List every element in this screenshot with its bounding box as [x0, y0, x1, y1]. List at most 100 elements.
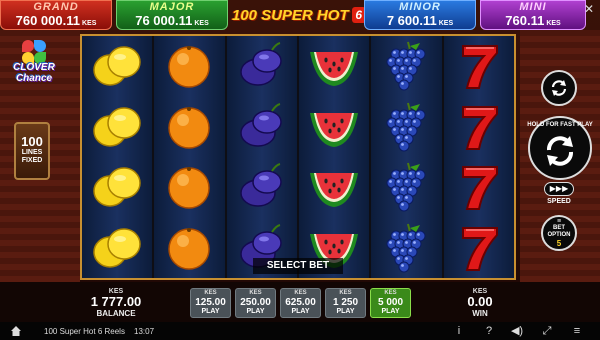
jackpot-minor-value: 7 600.11 [386, 13, 437, 28]
jackpot-major: MAJOR 76 000.11 KES [116, 0, 228, 30]
spin-button[interactable]: HOLD FOR FAST PLAY [527, 116, 593, 180]
game-logo: 100 SUPER HOT 6 [232, 5, 366, 27]
bet-option-label: BET OPTION [547, 225, 571, 238]
bet-button-4[interactable]: KES 1 250 PLAY [325, 288, 366, 318]
bet-buttons: KES 125.00 PLAY KES 250.00 PLAY KES 625.00 PLAY K… [190, 288, 411, 318]
watermelon-icon [299, 157, 369, 218]
lemon-icon [82, 36, 152, 97]
win-display: KES 0.00 WIN [450, 288, 510, 318]
grapes-icon [371, 97, 441, 158]
bet-button-1[interactable]: KES 125.00 PLAY [190, 288, 231, 318]
menu-icon[interactable]: ≡ [570, 324, 584, 338]
balance-amount: 1 777.00 [90, 294, 142, 309]
bet-option-value: 5 [556, 239, 562, 248]
seven-icon [444, 218, 514, 279]
lemon-icon [82, 218, 152, 279]
reel-5 [371, 36, 444, 279]
game-logo-text: 100 SUPER HOT [232, 7, 349, 24]
jackpot-major-name: MAJOR [149, 1, 195, 13]
jackpot-minor-currency: KES [438, 20, 454, 27]
info-icon[interactable]: i [452, 324, 466, 338]
autoplay-icon [551, 80, 567, 96]
sound-icon[interactable]: ◀) [510, 324, 524, 338]
bet-play-label: PLAY [201, 308, 220, 315]
clover-logo-line2: Chance [15, 73, 53, 84]
watermelon-icon [299, 36, 369, 97]
jackpot-major-value: 76 000.11 [135, 13, 193, 28]
clover-chance-logo: CLOVER Chance [6, 40, 62, 86]
footer-clock: 13:07 [134, 327, 155, 336]
bet-currency: KES [339, 290, 352, 296]
seven-icon [444, 36, 514, 97]
jackpot-major-currency: KES [194, 20, 209, 27]
jackpot-grand-value: 760 000.11 [15, 13, 80, 28]
jackpot-grand-name: GRAND [33, 1, 79, 13]
bet-play-label: PLAY [336, 308, 355, 315]
orange-icon [154, 97, 224, 158]
clover-icon [22, 40, 46, 64]
bet-option-button[interactable]: ≡ BET OPTION 5 [541, 215, 577, 251]
grapes-icon [371, 36, 441, 97]
help-icon[interactable]: ? [482, 324, 496, 338]
grapes-icon [371, 218, 441, 279]
lemon-icon [82, 157, 152, 218]
balance-display: KES 1 777.00 BALANCE [86, 288, 146, 318]
grapes-icon [371, 157, 441, 218]
fullscreen-icon[interactable]: ⤢ [540, 324, 554, 338]
bet-currency: KES [384, 290, 397, 296]
lemon-icon [82, 97, 152, 158]
bet-bar: KES 1 777.00 BALANCE KES 125.00 PLAY KES 250… [0, 282, 600, 322]
seven-icon [444, 157, 514, 218]
close-icon[interactable]: ✕ [582, 2, 596, 16]
jackpot-grand-currency: KES [81, 20, 97, 27]
seven-icon [444, 97, 514, 158]
bet-amount: 125.00 [195, 297, 226, 308]
clover-logo-line1: CLOVER [13, 62, 55, 73]
bet-amount: 250.00 [240, 297, 271, 308]
reel-6 [443, 36, 514, 279]
footer-game-name: 100 Super Hot 6 Reels [44, 327, 125, 336]
plum-icon [227, 97, 297, 158]
bet-button-2[interactable]: KES 250.00 PLAY [235, 288, 276, 318]
reel-4 [298, 36, 372, 278]
footer-bar: 100 Super Hot 6 Reels 13:07 i ? ◀) ⤢ ≡ [0, 322, 600, 340]
jackpot-mini-value: 760.11 [505, 13, 545, 28]
jackpot-grand: GRAND 760 000.11 KES [0, 0, 112, 30]
bet-amount: 1 250 [332, 297, 359, 308]
orange-icon [154, 218, 224, 279]
jackpot-minor-name: MINOR [399, 1, 441, 13]
lines-label: LINES FIXED [21, 149, 43, 164]
speed-control[interactable]: ▶▶▶ SPEED [541, 182, 577, 212]
bet-currency: KES [204, 290, 217, 296]
jackpot-mini-name: MINI [519, 1, 547, 13]
jackpot-mini: MINI 760.11 KES [480, 0, 586, 30]
bet-button-3[interactable]: KES 625.00 PLAY [280, 288, 321, 318]
bet-currency: KES [294, 290, 307, 296]
bet-play-label: PLAY [246, 308, 265, 315]
plum-icon [227, 36, 297, 97]
autoplay-button[interactable] [541, 70, 577, 106]
reel-2 [154, 36, 227, 279]
watermelon-icon [299, 97, 369, 158]
orange-icon [154, 157, 224, 218]
fast-forward-icon[interactable]: ▶▶▶ [544, 182, 574, 196]
reel-grid[interactable] [80, 34, 516, 280]
jackpot-minor: MINOR 7 600.11 KES [364, 0, 476, 30]
reel-3 [226, 36, 299, 278]
lines-count: 100 [21, 134, 43, 149]
win-label: WIN [472, 309, 488, 318]
home-icon[interactable] [10, 325, 22, 337]
plum-icon [227, 157, 297, 218]
spin-icon [547, 136, 573, 166]
coins-icon: ≡ [556, 218, 562, 225]
bet-amount: 5 000 [377, 297, 404, 308]
bet-button-5[interactable]: KES 5 000 PLAY [370, 288, 411, 318]
lines-fixed-badge: 100 LINES FIXED [14, 122, 50, 180]
balance-label: BALANCE [96, 309, 136, 318]
bet-play-label: PLAY [381, 308, 400, 315]
game-screen: GRAND 760 000.11 KES MAJOR 76 000.11 KES 1… [0, 0, 600, 340]
bet-currency: KES [249, 290, 262, 296]
orange-icon [154, 36, 224, 97]
reel-1 [82, 36, 155, 279]
speed-label: SPEED [547, 198, 571, 205]
